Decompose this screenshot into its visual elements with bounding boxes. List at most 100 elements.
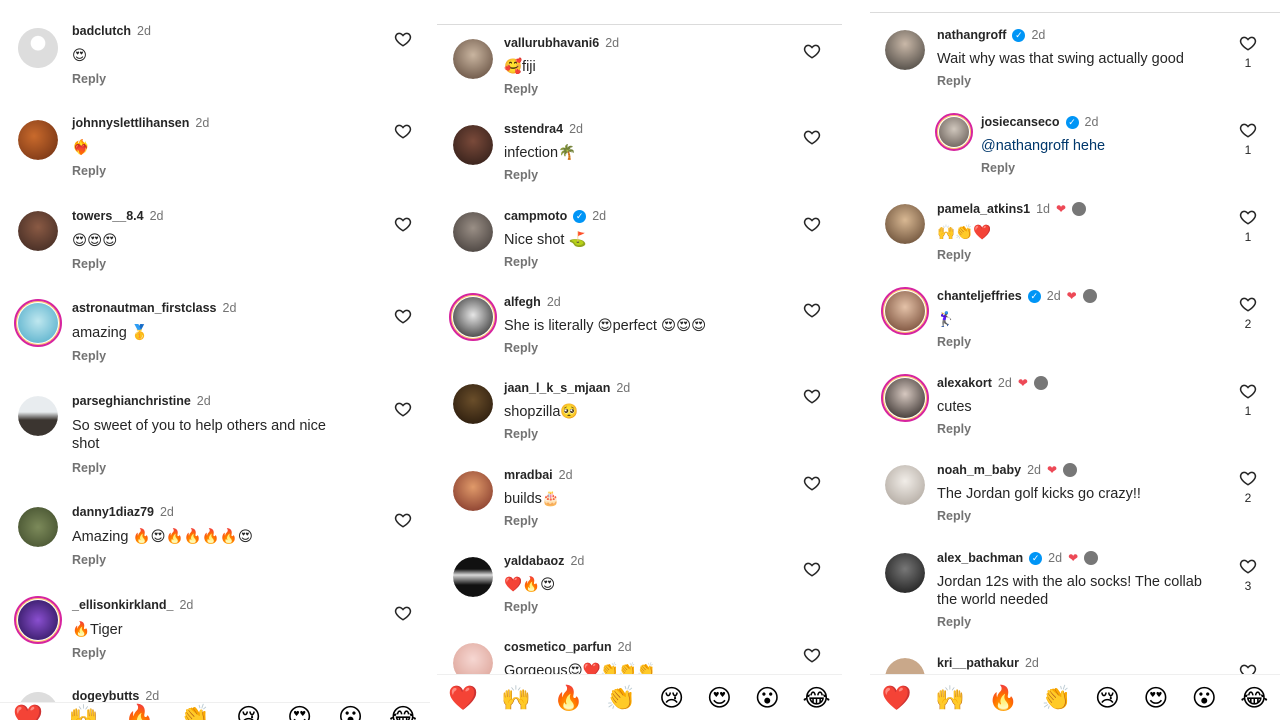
username[interactable]: alfegh <box>504 295 541 309</box>
like-heart-icon[interactable] <box>393 511 413 531</box>
reply-button[interactable]: Reply <box>72 553 106 567</box>
reply-button[interactable]: Reply <box>937 615 971 629</box>
avatar[interactable] <box>18 211 58 251</box>
username[interactable]: _ellisonkirkland_ <box>72 598 173 612</box>
username[interactable]: kri__pathakur <box>937 656 1019 670</box>
avatar[interactable] <box>18 507 58 547</box>
reaction-emoji[interactable]: 😮 <box>755 684 780 712</box>
reply-button[interactable]: Reply <box>504 514 538 528</box>
reply-button[interactable]: Reply <box>937 74 971 88</box>
reaction-emoji[interactable]: ❤️ <box>448 684 478 712</box>
like-heart-icon[interactable] <box>802 387 822 407</box>
avatar[interactable] <box>18 120 58 160</box>
like-heart-icon[interactable] <box>393 604 413 624</box>
reaction-emoji[interactable]: 👏 <box>606 684 636 712</box>
like-heart-icon[interactable] <box>1238 121 1258 141</box>
reply-button[interactable]: Reply <box>72 349 106 363</box>
username[interactable]: pamela_atkins1 <box>937 202 1030 216</box>
username[interactable]: badclutch <box>72 24 131 38</box>
username[interactable]: cosmetico_parfun <box>504 640 612 654</box>
username[interactable]: towers__8.4 <box>72 209 144 223</box>
username[interactable]: campmoto <box>504 209 567 223</box>
avatar[interactable] <box>885 465 925 505</box>
username[interactable]: yaldabaoz <box>504 554 564 568</box>
username[interactable]: alex_bachman <box>937 551 1023 565</box>
reaction-emoji[interactable]: 😍 <box>1143 684 1168 712</box>
like-heart-icon[interactable] <box>393 215 413 235</box>
reaction-emoji[interactable]: 👏 <box>180 703 210 720</box>
reaction-emoji[interactable]: 😢 <box>659 684 684 712</box>
avatar-story-ring[interactable] <box>935 113 973 151</box>
username[interactable]: astronautman_firstclass <box>72 301 217 315</box>
reply-button[interactable]: Reply <box>72 257 106 271</box>
like-heart-icon[interactable] <box>802 560 822 580</box>
username[interactable]: sstendra4 <box>504 122 563 136</box>
like-heart-icon[interactable] <box>802 301 822 321</box>
reaction-emoji[interactable]: 😂 <box>803 684 831 712</box>
avatar[interactable] <box>453 125 493 165</box>
avatar[interactable] <box>453 384 493 424</box>
avatar[interactable] <box>18 28 58 68</box>
like-heart-icon[interactable] <box>1238 208 1258 228</box>
avatar-story-ring[interactable] <box>881 374 929 422</box>
avatar[interactable] <box>18 396 58 436</box>
like-heart-icon[interactable] <box>393 122 413 142</box>
reaction-emoji[interactable]: 😮 <box>338 703 363 720</box>
reaction-emoji[interactable]: 🔥 <box>554 684 584 712</box>
reaction-emoji[interactable]: ❤️ <box>882 684 912 712</box>
reply-button[interactable]: Reply <box>72 646 106 660</box>
reply-button[interactable]: Reply <box>981 161 1015 175</box>
like-heart-icon[interactable] <box>393 30 413 50</box>
like-heart-icon[interactable] <box>802 128 822 148</box>
avatar[interactable] <box>453 471 493 511</box>
reply-button[interactable]: Reply <box>504 427 538 441</box>
avatar[interactable] <box>453 557 493 597</box>
reaction-emoji[interactable]: ❤️ <box>13 703 43 720</box>
avatar-story-ring[interactable] <box>881 287 929 335</box>
reaction-emoji[interactable]: 🙌 <box>501 684 531 712</box>
like-heart-icon[interactable] <box>1238 382 1258 402</box>
avatar[interactable] <box>885 204 925 244</box>
username[interactable]: vallurubhavani6 <box>504 36 599 50</box>
username[interactable]: jaan_l_k_s_mjaan <box>504 381 610 395</box>
username[interactable]: mradbai <box>504 468 553 482</box>
username[interactable]: danny1diaz79 <box>72 505 154 519</box>
reaction-emoji[interactable]: 🙌 <box>935 684 965 712</box>
reply-button[interactable]: Reply <box>504 168 538 182</box>
username[interactable]: parseghianchristine <box>72 394 191 408</box>
like-heart-icon[interactable] <box>393 400 413 420</box>
reply-button[interactable]: Reply <box>504 341 538 355</box>
username[interactable]: josiecanseco <box>981 115 1060 129</box>
reaction-emoji[interactable]: 😂 <box>1240 684 1268 712</box>
reply-button[interactable]: Reply <box>937 509 971 523</box>
like-heart-icon[interactable] <box>802 474 822 494</box>
username[interactable]: noah_m_baby <box>937 463 1021 477</box>
like-heart-icon[interactable] <box>802 646 822 666</box>
username[interactable]: chanteljeffries <box>937 289 1022 303</box>
avatar[interactable] <box>885 30 925 70</box>
avatar-story-ring[interactable] <box>14 299 62 347</box>
reaction-emoji[interactable]: 😢 <box>236 703 261 720</box>
like-heart-icon[interactable] <box>802 42 822 62</box>
reply-button[interactable]: Reply <box>72 164 106 178</box>
avatar-story-ring[interactable] <box>449 293 497 341</box>
reaction-emoji[interactable]: 😂 <box>389 703 417 720</box>
reply-button[interactable]: Reply <box>504 255 538 269</box>
reply-button[interactable]: Reply <box>937 248 971 262</box>
reply-button[interactable]: Reply <box>72 461 106 475</box>
reaction-emoji[interactable]: 😍 <box>707 684 732 712</box>
avatar[interactable] <box>453 39 493 79</box>
reaction-emoji[interactable]: 🔥 <box>125 703 155 720</box>
like-heart-icon[interactable] <box>1238 557 1258 577</box>
username[interactable]: johnnyslettlihansen <box>72 116 189 130</box>
like-heart-icon[interactable] <box>1238 295 1258 315</box>
avatar[interactable] <box>885 553 925 593</box>
username[interactable]: dogeybutts <box>72 689 139 703</box>
reply-button[interactable]: Reply <box>504 82 538 96</box>
reaction-emoji[interactable]: 😢 <box>1095 684 1120 712</box>
reply-button[interactable]: Reply <box>937 422 971 436</box>
reaction-emoji[interactable]: 😍 <box>287 703 312 720</box>
avatar-story-ring[interactable] <box>14 596 62 644</box>
reaction-emoji[interactable]: 😮 <box>1192 684 1217 712</box>
username[interactable]: alexakort <box>937 376 992 390</box>
